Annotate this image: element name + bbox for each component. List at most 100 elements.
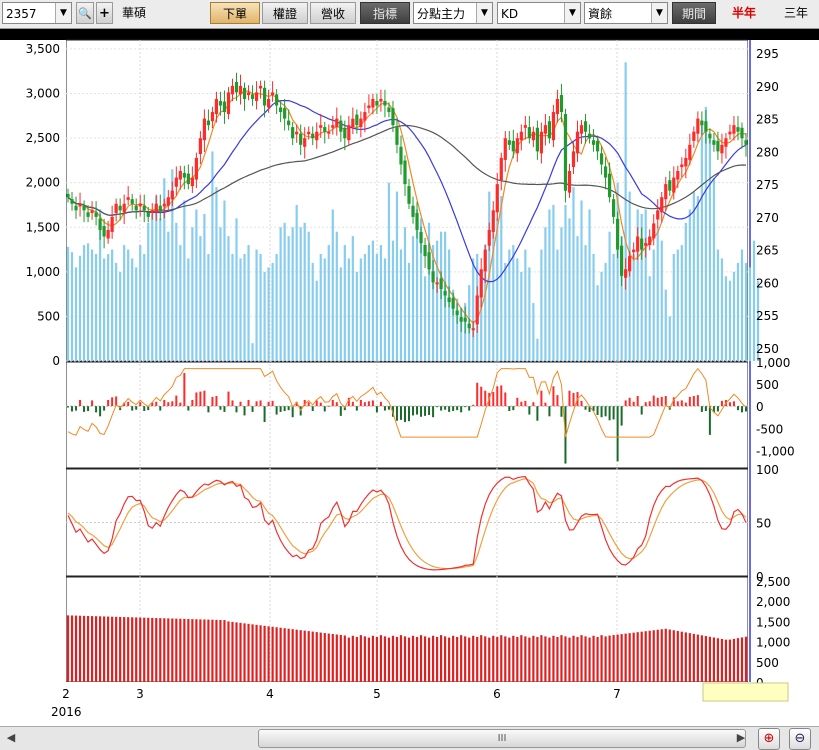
margin-bar <box>492 635 495 682</box>
main-force-bar <box>624 400 627 407</box>
volume-bar <box>588 209 591 361</box>
candle-body <box>696 118 700 134</box>
volume-bar <box>287 236 290 361</box>
margin-bar <box>307 631 310 682</box>
candle-body <box>158 205 162 211</box>
volume-bar <box>496 218 499 361</box>
volume-bar <box>119 271 122 361</box>
margin-bar <box>484 636 487 682</box>
candle-body <box>523 125 527 128</box>
margin-bar <box>448 637 451 682</box>
candle-body <box>660 197 664 213</box>
main-force-bar <box>75 406 78 411</box>
candle-body <box>222 101 227 113</box>
period-half-year-tab[interactable]: 半年 <box>722 2 766 24</box>
margin-bar <box>536 636 539 682</box>
candle-body <box>676 171 680 180</box>
candle-body <box>315 131 319 141</box>
main-force-bar <box>552 386 555 407</box>
chevron-down-icon[interactable]: ▼ <box>476 3 492 23</box>
margin-bar <box>70 615 74 682</box>
chevron-down-icon[interactable]: ▼ <box>564 3 580 23</box>
candle-body <box>66 193 70 198</box>
stock-code-combo[interactable]: 2357 ▼ <box>2 2 72 24</box>
margin-bar <box>435 636 439 682</box>
volume-bar <box>608 231 611 361</box>
candle-body <box>419 231 423 244</box>
candle-body <box>708 133 712 139</box>
order-button[interactable]: 下單 <box>210 2 260 24</box>
margin-bar <box>211 619 214 682</box>
main-force-bar <box>131 406 134 411</box>
revenue-button[interactable]: 營收 <box>310 2 356 24</box>
volume-bar <box>524 249 527 361</box>
scrollbar-thumb[interactable]: III <box>258 729 746 748</box>
margin-bar <box>99 616 102 682</box>
candle-body <box>688 144 692 160</box>
margin-bar <box>66 615 70 682</box>
main-force-bar <box>135 406 138 410</box>
margin-bar <box>323 633 326 682</box>
main-force-bar <box>71 406 74 412</box>
margin-bar <box>568 637 571 682</box>
main-force-bar <box>620 406 623 426</box>
candle-body <box>499 157 503 181</box>
volume-bar <box>728 280 732 361</box>
chevron-down-icon[interactable]: ▼ <box>651 3 667 23</box>
candle-body <box>539 131 543 154</box>
warrant-button[interactable]: 權證 <box>262 2 308 24</box>
zoom-out-icon[interactable]: ⊖ <box>789 728 811 750</box>
chevron-down-icon[interactable]: ▼ <box>55 3 71 23</box>
price-tick-label: 250 <box>756 342 779 356</box>
volume-bar <box>568 218 571 361</box>
main-force-bar <box>255 401 258 407</box>
candle-body <box>335 118 339 128</box>
volume-bar <box>127 249 130 361</box>
main-force-bar <box>412 406 415 416</box>
margin-bar <box>632 632 635 682</box>
candle-body <box>652 223 656 239</box>
main-force-bar <box>700 406 703 412</box>
indicator-sub-select[interactable]: KD ▼ <box>497 2 581 24</box>
volume-bar <box>520 271 523 361</box>
zoom-in-icon[interactable]: ⊕ <box>758 728 780 750</box>
main-force-bar <box>239 401 242 407</box>
candle-body <box>636 236 640 252</box>
main-force-bar <box>99 406 102 417</box>
candle-body <box>162 203 166 207</box>
scroll-left-icon[interactable]: ◀ <box>4 730 18 746</box>
horizontal-scrollbar[interactable]: ◀ III ▶ ⊕ ⊖ <box>0 726 819 750</box>
period-three-year-tab[interactable]: 三年 <box>774 2 818 24</box>
margin-bar <box>500 635 503 682</box>
margin-bar <box>532 635 535 682</box>
indicator-main-select[interactable]: 分點主力 ▼ <box>413 2 493 24</box>
candle-body <box>535 127 539 152</box>
add-icon[interactable]: + <box>96 2 113 24</box>
x-axis-bg <box>0 682 819 726</box>
margin-bar <box>379 635 383 682</box>
margin-bar <box>223 620 226 682</box>
candle-body <box>531 131 535 141</box>
margin-bar <box>255 624 258 682</box>
volume-bar <box>752 240 756 361</box>
candle-body <box>351 118 355 128</box>
candle-body <box>447 297 451 303</box>
candle-body <box>616 218 620 250</box>
candle-body <box>98 218 102 230</box>
scroll-right-icon[interactable]: ▶ <box>734 730 748 746</box>
indicator-third-select[interactable]: 資餘 ▼ <box>584 2 668 24</box>
search-icon[interactable]: 🔍 <box>76 2 94 24</box>
volume-bar <box>740 249 744 361</box>
main-force-tick-label: -500 <box>756 422 783 436</box>
candle-body <box>712 140 716 145</box>
panel-bg-mf <box>65 361 749 469</box>
volume-bar <box>435 240 439 361</box>
main-force-bar <box>83 406 86 412</box>
margin-bar <box>355 636 358 682</box>
margin-bar <box>464 636 467 682</box>
main-force-bar <box>67 406 70 408</box>
candle-body <box>391 108 395 126</box>
volume-bar <box>391 240 395 361</box>
x-month-label: 7 <box>613 687 621 701</box>
candle-body <box>283 108 287 119</box>
